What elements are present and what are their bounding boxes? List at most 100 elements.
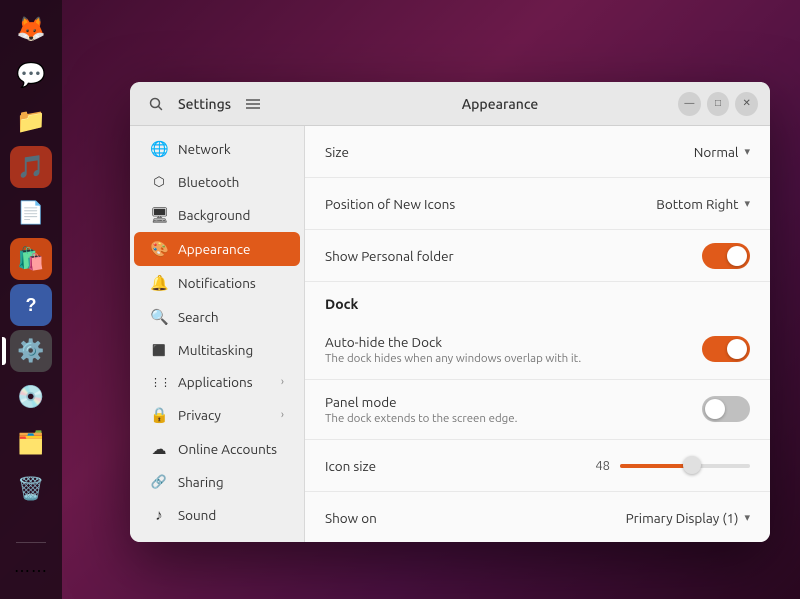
taskbar-icon-music[interactable]: 🎵 — [10, 146, 52, 188]
sidebar-item-multitasking[interactable]: ⬛ Multitasking — [134, 334, 300, 366]
autohide-toggle[interactable] — [702, 336, 750, 362]
sound-icon: ♪ — [150, 506, 168, 524]
search-button[interactable] — [142, 90, 170, 118]
sidebar-item-privacy[interactable]: 🔒 Privacy › — [134, 398, 300, 432]
taskbar-icon-software[interactable]: 🛍️ — [10, 238, 52, 280]
taskbar-icon-disks[interactable]: 💿 — [10, 376, 52, 418]
network-icon: 🌐 — [150, 140, 168, 158]
taskbar-divider — [16, 542, 46, 543]
autohide-toggle-knob — [727, 339, 747, 359]
panel-mode-toggle[interactable] — [702, 396, 750, 422]
sidebar-item-online-accounts[interactable]: ☁ Online Accounts — [134, 432, 300, 466]
show-on-value: Primary Display (1) — [626, 510, 739, 526]
personal-folder-toggle[interactable] — [702, 243, 750, 269]
sidebar-item-applications[interactable]: ⋮⋮ Applications › — [134, 366, 300, 398]
size-row: Size Normal ▾ — [305, 126, 770, 178]
window-title: Appearance — [322, 96, 678, 112]
taskbar-icon-backup[interactable]: 🗂️ — [10, 422, 52, 464]
sidebar-label-sound: Sound — [178, 507, 216, 523]
panel-mode-sublabel: The dock extends to the screen edge. — [325, 412, 702, 425]
taskbar-icon-trash[interactable]: 🗑️ — [10, 468, 52, 510]
sidebar-item-bluetooth[interactable]: ⬡ Bluetooth — [134, 166, 300, 198]
sidebar-label-background: Background — [178, 207, 250, 223]
close-button[interactable]: ✕ — [735, 92, 758, 116]
size-value-container[interactable]: Normal ▾ — [694, 144, 750, 160]
sidebar-label-multitasking: Multitasking — [178, 342, 253, 358]
sidebar-label-privacy: Privacy — [178, 407, 221, 423]
show-on-label: Show on — [325, 510, 626, 526]
appearance-icon: 🎨 — [150, 240, 168, 258]
window-controls: — □ ✕ — [678, 92, 758, 116]
sidebar-label-online-accounts: Online Accounts — [178, 441, 277, 457]
taskbar: 🦊 💬 📁 🎵 📄 🛍️ ? ⚙️ 💿 🗂️ 🗑️ ⋯⋯ — [0, 0, 62, 599]
slider-fill — [620, 464, 692, 468]
titlebar: Settings Appearance — □ ✕ — [130, 82, 770, 126]
privacy-chevron: › — [281, 409, 284, 421]
show-on-dropdown-icon: ▾ — [744, 511, 750, 524]
icon-size-row: Icon size 48 — [305, 440, 770, 492]
autohide-sublabel: The dock hides when any windows overlap … — [325, 352, 702, 365]
sidebar-item-network[interactable]: 🌐 Network — [134, 132, 300, 166]
personal-folder-toggle-knob — [727, 246, 747, 266]
minimize-button[interactable]: — — [678, 92, 701, 116]
sidebar-label-appearance: Appearance — [178, 241, 250, 257]
sidebar-label-network: Network — [178, 141, 231, 157]
position-new-icons-label: Position of New Icons — [325, 196, 656, 212]
online-accounts-icon: ☁ — [150, 440, 168, 458]
multitasking-icon: ⬛ — [150, 344, 168, 357]
autohide-label: Auto-hide the Dock — [325, 334, 702, 350]
panel-mode-label: Panel mode — [325, 394, 702, 410]
hamburger-button[interactable] — [239, 90, 267, 118]
size-dropdown-icon: ▾ — [744, 145, 750, 158]
background-icon: 🖥 — [150, 206, 168, 224]
taskbar-icon-docs[interactable]: 📄 — [10, 192, 52, 234]
show-on-value-container[interactable]: Primary Display (1) ▾ — [626, 510, 750, 526]
applications-chevron: › — [281, 376, 284, 388]
icon-size-slider-container: 48 — [538, 459, 751, 473]
settings-window: Settings Appearance — □ ✕ 🌐 Network — [130, 82, 770, 542]
show-on-row: Show on Primary Display (1) ▾ — [305, 492, 770, 542]
maximize-button[interactable]: □ — [707, 92, 730, 116]
size-value: Normal — [694, 144, 739, 160]
taskbar-icon-appgrid[interactable]: ⋯⋯ — [10, 549, 52, 591]
sidebar-item-notifications[interactable]: 🔔 Notifications — [134, 266, 300, 300]
personal-folder-label: Show Personal folder — [325, 248, 702, 264]
position-new-icons-row: Position of New Icons Bottom Right ▾ — [305, 178, 770, 230]
taskbar-icon-messaging[interactable]: 💬 — [10, 54, 52, 96]
panel-mode-toggle-knob — [705, 399, 725, 419]
content-area: 🌐 Network ⬡ Bluetooth 🖥 Background 🎨 App… — [130, 126, 770, 542]
sidebar-item-sound[interactable]: ♪ Sound — [134, 498, 300, 532]
hamburger-icon — [246, 98, 260, 110]
sidebar-item-appearance[interactable]: 🎨 Appearance — [134, 232, 300, 266]
autohide-row: Auto-hide the Dock The dock hides when a… — [305, 320, 770, 380]
sidebar-label-bluetooth: Bluetooth — [178, 174, 239, 190]
taskbar-icon-help[interactable]: ? — [10, 284, 52, 326]
search-sidebar-icon: 🔍 — [150, 308, 168, 326]
applications-icon: ⋮⋮ — [150, 376, 168, 389]
position-new-icons-value-container[interactable]: Bottom Right ▾ — [656, 196, 750, 212]
slider-thumb[interactable] — [683, 456, 701, 474]
taskbar-icon-files[interactable]: 📁 — [10, 100, 52, 142]
taskbar-icon-settings[interactable]: ⚙️ — [10, 330, 52, 372]
sidebar: 🌐 Network ⬡ Bluetooth 🖥 Background 🎨 App… — [130, 126, 305, 542]
sidebar-label-notifications: Notifications — [178, 275, 256, 291]
sharing-icon: 🔗 — [150, 475, 168, 490]
sidebar-item-background[interactable]: 🖥 Background — [134, 198, 300, 232]
notifications-icon: 🔔 — [150, 274, 168, 292]
sidebar-label-applications: Applications — [178, 374, 253, 390]
personal-folder-row: Show Personal folder — [305, 230, 770, 282]
sidebar-item-search[interactable]: 🔍 Search — [134, 300, 300, 334]
titlebar-left: Settings — [142, 90, 322, 118]
search-icon — [149, 97, 163, 111]
icon-size-value: 48 — [586, 459, 610, 473]
main-panel: Size Normal ▾ Position of New Icons Bott… — [305, 126, 770, 542]
size-label: Size — [325, 144, 694, 160]
icon-size-slider[interactable] — [620, 464, 750, 468]
position-new-icons-value: Bottom Right — [656, 196, 738, 212]
sidebar-item-sharing[interactable]: 🔗 Sharing — [134, 466, 300, 498]
position-dropdown-icon: ▾ — [744, 197, 750, 210]
sidebar-label-sharing: Sharing — [178, 474, 224, 490]
sidebar-label-search: Search — [178, 309, 219, 325]
taskbar-icon-firefox[interactable]: 🦊 — [10, 8, 52, 50]
bluetooth-icon: ⬡ — [150, 175, 168, 190]
